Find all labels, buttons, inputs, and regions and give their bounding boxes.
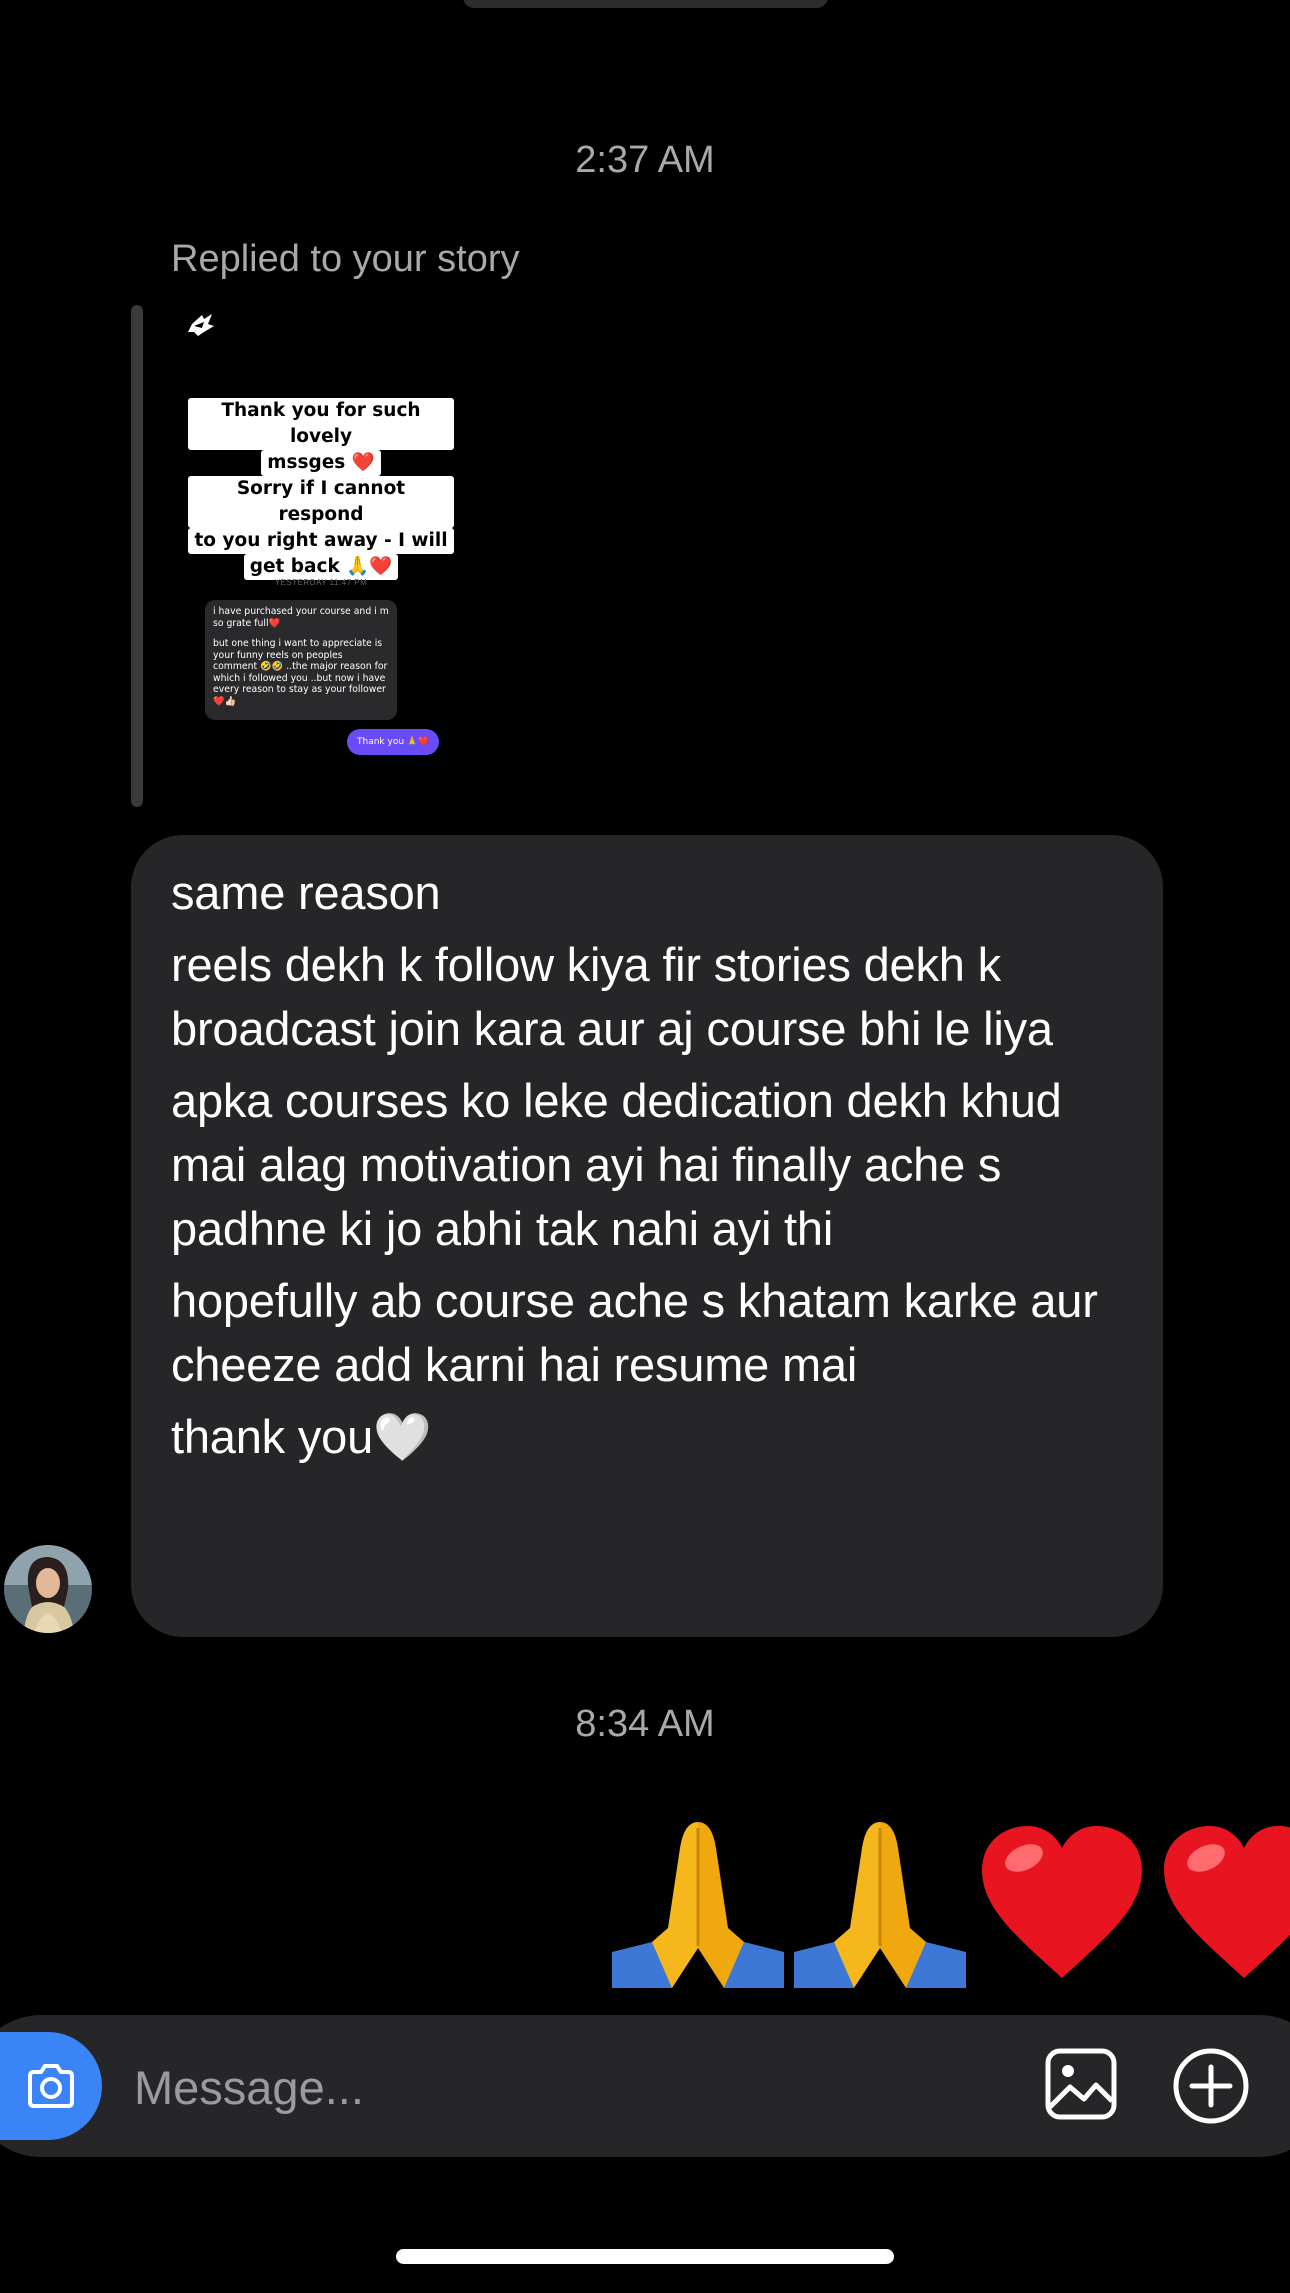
message-bubble[interactable]: same reason reels dekh k follow kiya fir…: [131, 835, 1163, 1637]
story-card-line: to you right away - I will: [188, 528, 454, 554]
story-reply-label: Replied to your story: [171, 238, 520, 280]
message-text: hopefully ab course ache s khatam karke …: [171, 1274, 1098, 1391]
emoji-reaction-message[interactable]: [612, 1818, 1290, 1988]
story-thumbnail[interactable]: Thank you for such lovely mssges ❤️ Sorr…: [171, 300, 471, 770]
story-logo-icon: [188, 314, 214, 336]
top-pill: [463, 0, 828, 8]
gallery-icon[interactable]: [1044, 2047, 1118, 2121]
timestamp-second: 8:34 AM: [575, 1703, 715, 1745]
camera-icon: [28, 2064, 74, 2108]
story-text-card: Thank you for such lovely mssges ❤️ Sorr…: [188, 398, 454, 580]
red-heart-icon: [982, 1826, 1142, 1978]
story-card-line: mssges ❤️: [261, 450, 381, 476]
home-indicator: [396, 2249, 894, 2264]
story-dm-timestamp: YESTERDAY 11:47 PM: [274, 578, 368, 587]
story-dm-text: but one thing i want to appreciate is yo…: [213, 638, 388, 707]
folded-hands-icon: [794, 1822, 966, 1988]
timestamp-first: 2:37 AM: [575, 139, 715, 181]
message-text: apka courses ko leke dedication dekh khu…: [171, 1074, 1062, 1255]
reply-quote-bar: [131, 305, 143, 807]
message-text: same reason: [171, 866, 441, 919]
avatar[interactable]: [4, 1545, 92, 1633]
message-input[interactable]: [132, 2055, 696, 2119]
story-dm-text: i have purchased your course and i m so …: [213, 606, 389, 629]
folded-hands-icon: [612, 1822, 784, 1988]
message-text: reels dekh k follow kiya fir stories dek…: [171, 938, 1053, 1055]
story-thanks-bubble: Thank you 🙏❤️: [347, 729, 440, 755]
story-card-line: get back 🙏❤️: [243, 554, 399, 580]
red-heart-icon: [1164, 1826, 1290, 1978]
story-card-line: Sorry if I cannot respond: [188, 476, 454, 528]
story-card-line: Thank you for such lovely: [188, 398, 454, 450]
story-dm-bubble: i have purchased your course and i m so …: [205, 600, 397, 720]
message-text: thank you🤍: [171, 1410, 432, 1463]
add-attachment-icon[interactable]: [1172, 2047, 1250, 2125]
